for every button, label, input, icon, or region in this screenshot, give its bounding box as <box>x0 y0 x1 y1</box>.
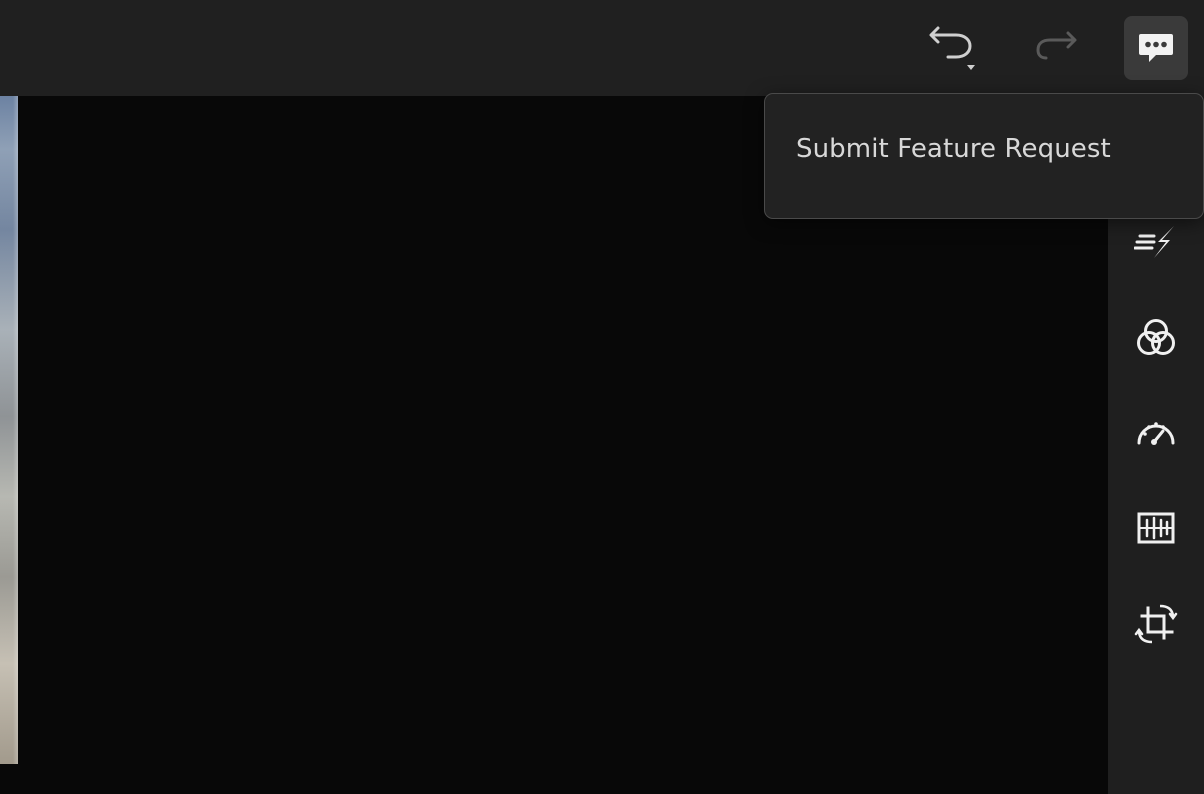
light-speedometer-icon <box>1137 422 1175 445</box>
feedback-button[interactable] <box>1124 16 1188 80</box>
redo-button[interactable] <box>1030 22 1082 74</box>
color-mixer-icon <box>1137 319 1175 355</box>
color-mixer-button[interactable] <box>1132 314 1180 362</box>
light-button[interactable] <box>1132 408 1180 456</box>
submit-feature-request-item[interactable]: Submit Feature Request <box>796 134 1111 164</box>
effects-button[interactable] <box>1132 504 1180 552</box>
photo-preview <box>0 96 18 764</box>
crop-rotate-button[interactable] <box>1132 600 1180 648</box>
quick-actions-button[interactable] <box>1132 218 1180 266</box>
quick-actions-icon <box>1134 226 1174 258</box>
undo-button[interactable] <box>926 22 982 74</box>
caret-down-icon <box>967 65 975 70</box>
feedback-menu-popover: Submit Feature Request <box>764 93 1204 219</box>
top-bar <box>0 0 1204 96</box>
crop-rotate-icon <box>1134 604 1178 644</box>
app-window: Submit Feature Request <box>0 0 1204 794</box>
redo-icon <box>1036 31 1077 60</box>
undo-icon <box>929 26 975 70</box>
effects-waveform-icon <box>1137 512 1175 544</box>
feedback-speech-bubble-icon <box>1139 34 1173 62</box>
